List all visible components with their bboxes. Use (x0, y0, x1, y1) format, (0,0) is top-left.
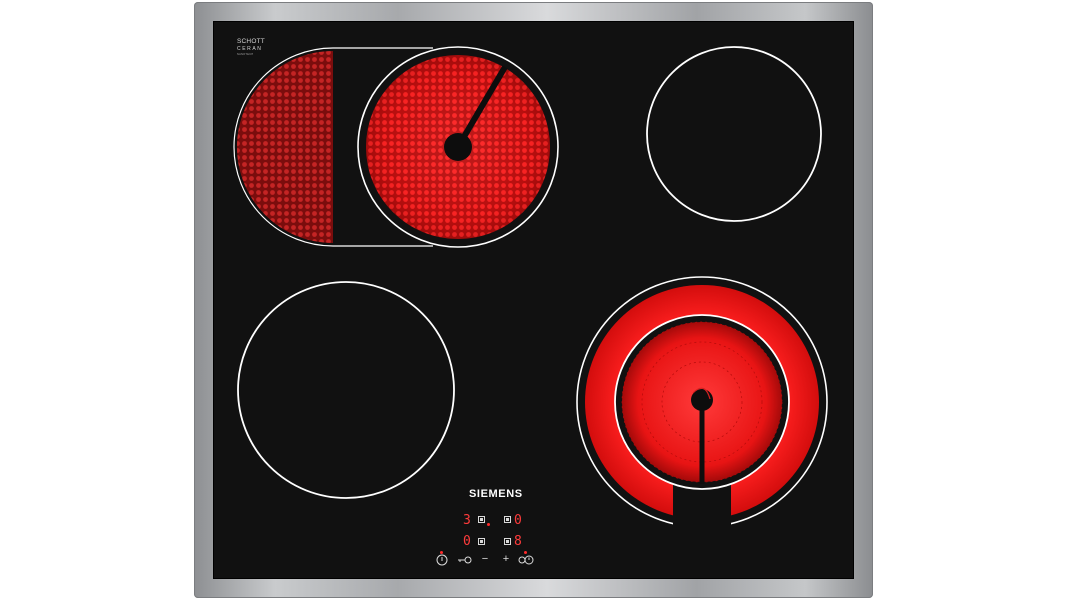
zone-rear-right-ring (646, 46, 822, 222)
lock-icon[interactable] (457, 555, 473, 565)
plus-button[interactable]: + (500, 554, 512, 565)
zone-front-right (576, 276, 828, 531)
power-icon[interactable] (436, 554, 448, 566)
zone-front-left-ring (237, 281, 455, 499)
display-top-left: 3 (463, 513, 471, 528)
display-bottom-left: 0 (463, 534, 471, 549)
zone-indicator-front-right (504, 538, 511, 545)
cooktop-frame: SCHOTT CERAN NANOTECH SIEMENS 3 0 0 8 − … (194, 2, 873, 598)
siemens-logo: SIEMENS (469, 488, 523, 500)
cooking-zones (233, 46, 828, 531)
zone-rear-left-extension (236, 50, 333, 244)
zone-indicator-rear-left (478, 516, 485, 523)
zone-indicator-rear-right (504, 516, 511, 523)
zone-rear-left-hub (444, 133, 472, 161)
zone-indicator-front-left (478, 538, 485, 545)
display-top-right: 0 (514, 513, 522, 528)
zone-rear-left (233, 46, 559, 248)
glass-surface: SCHOTT CERAN NANOTECH SIEMENS 3 0 0 8 − … (213, 21, 854, 579)
minus-button[interactable]: − (479, 554, 491, 565)
timer-icon[interactable] (518, 554, 534, 566)
display-bottom-right: 8 (514, 534, 522, 549)
indicator-led (487, 523, 490, 526)
